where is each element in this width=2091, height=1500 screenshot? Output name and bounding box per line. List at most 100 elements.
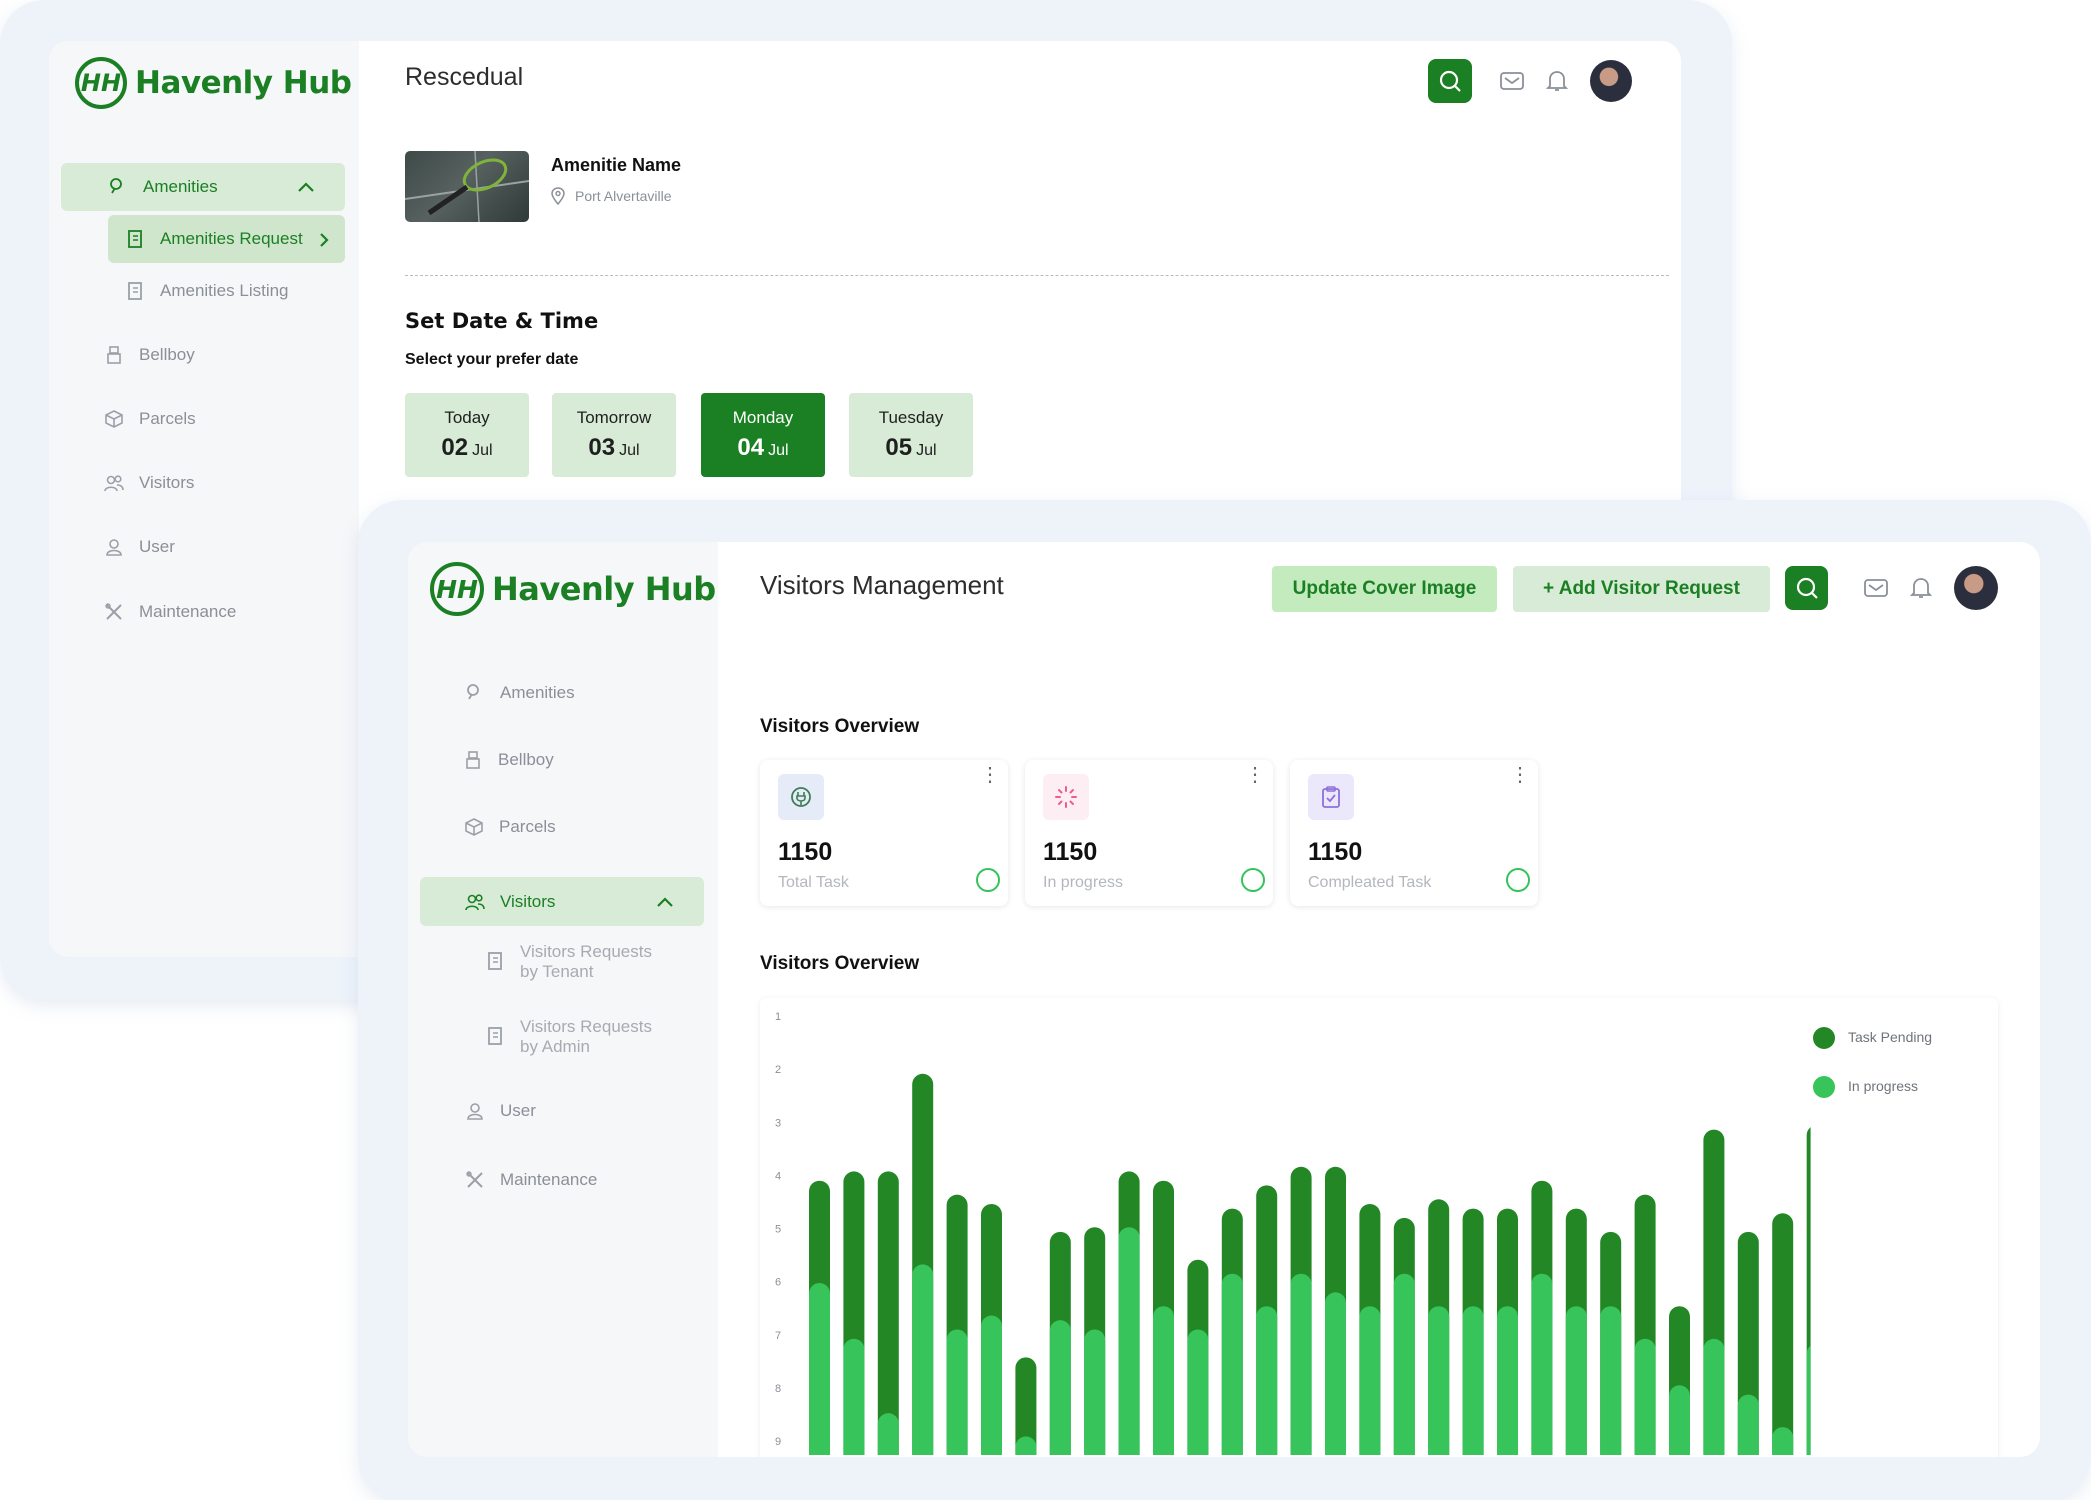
label-line-1: Visitors Requests — [520, 942, 652, 961]
sidebar-item-parcels[interactable]: Parcels — [461, 802, 556, 852]
sidebar: HH Havenly Hub Amenities Amenities Reque… — [49, 41, 359, 957]
date-option[interactable]: Monday 04 Jul — [701, 393, 825, 477]
bar-in-progress — [877, 1413, 899, 1455]
sidebar-item-user[interactable]: User — [462, 1086, 536, 1136]
sidebar-item-bellboy[interactable]: Bellboy — [101, 331, 195, 379]
sidebar-item-visitors-requests-tenant[interactable]: Visitors Requests by Tenant — [482, 942, 652, 986]
sidebar-item-amenities-request[interactable]: Amenities Request — [108, 215, 345, 263]
sidebar-item-parcels[interactable]: Parcels — [101, 395, 196, 443]
brand-name: Havenly Hub — [492, 570, 716, 608]
sidebar-item-maintenance[interactable]: Maintenance — [101, 588, 236, 636]
bar-in-progress — [1084, 1329, 1106, 1455]
tools-icon — [462, 1171, 488, 1189]
sidebar-item-label: Amenities — [143, 177, 218, 196]
bellboy-icon — [460, 751, 486, 769]
brand-logo[interactable]: HH Havenly Hub — [75, 57, 352, 109]
stat-label: Compleated Task — [1308, 874, 1432, 891]
more-options-icon[interactable]: ⋮ — [1510, 765, 1530, 785]
y-tick-label: 2 — [775, 1064, 781, 1076]
clipboard-check-icon — [1308, 774, 1354, 820]
sidebar-item-label: Visitors Requests by Tenant — [520, 942, 652, 982]
sidebar-item-amenities[interactable]: Amenities — [61, 163, 345, 211]
location-text: Port Alvertaville — [575, 188, 672, 204]
bar-in-progress — [1049, 1320, 1071, 1455]
bar-in-progress — [1737, 1394, 1759, 1455]
add-visitor-request-button[interactable]: + Add Visitor Request — [1513, 566, 1770, 612]
y-tick-label: 4 — [775, 1170, 781, 1182]
document-icon — [122, 230, 148, 248]
bar-in-progress — [1428, 1306, 1450, 1455]
y-tick-label: 5 — [775, 1224, 781, 1236]
chevron-up-icon — [298, 182, 314, 192]
date-option[interactable]: Tomorrow 03 Jul — [552, 393, 676, 477]
search-icon — [1439, 70, 1461, 92]
sidebar-item-label: Amenities Listing — [160, 281, 289, 300]
sidebar-item-label: Parcels — [499, 817, 556, 836]
bar-in-progress — [1462, 1306, 1484, 1455]
mail-icon[interactable] — [1500, 71, 1524, 91]
location-pin-icon — [551, 187, 565, 205]
date-number: 02 — [441, 434, 469, 461]
more-options-icon[interactable]: ⋮ — [980, 765, 1000, 785]
section-title: Visitors Overview — [760, 716, 920, 737]
sidebar-item-maintenance[interactable]: Maintenance — [462, 1155, 597, 1205]
legend-swatch — [1813, 1027, 1835, 1049]
legend-swatch — [1813, 1076, 1835, 1098]
sidebar-item-label: Amenities Request — [160, 229, 303, 248]
update-cover-button[interactable]: Update Cover Image — [1272, 566, 1497, 612]
bell-icon[interactable] — [1910, 576, 1932, 600]
date-option[interactable]: Tuesday 05 Jul — [849, 393, 973, 477]
brand-logo[interactable]: HH Havenly Hub — [430, 562, 716, 616]
users-icon — [462, 893, 488, 911]
sidebar-item-label: Amenities — [500, 683, 575, 702]
bar-task-pending — [877, 1171, 899, 1455]
search-icon — [1796, 577, 1818, 599]
search-button[interactable] — [1785, 566, 1828, 610]
date-number: 03 — [588, 434, 616, 461]
bar-in-progress — [1118, 1227, 1140, 1455]
amenity-name: Amenitie Name — [551, 155, 682, 175]
bar-in-progress — [912, 1264, 934, 1455]
sidebar-item-amenities-listing[interactable]: Amenities Listing — [122, 267, 289, 315]
stat-card[interactable]: ⋮ 1150 Compleated Task — [1290, 760, 1538, 906]
sidebar-item-label: Visitors — [500, 891, 556, 911]
date-month: Jul — [768, 442, 789, 459]
chart-title: Visitors Overview — [760, 953, 920, 974]
bar-in-progress — [1565, 1306, 1587, 1455]
bar-in-progress — [1669, 1385, 1690, 1455]
stat-card[interactable]: ⋮ 1150 In progress — [1025, 760, 1273, 906]
page-title: Visitors Management — [760, 570, 1004, 600]
bell-icon[interactable] — [1546, 69, 1568, 93]
plug-icon — [778, 774, 824, 820]
sidebar-item-visitors[interactable]: Visitors — [101, 459, 194, 507]
label-line-1: Visitors Requests — [520, 1017, 652, 1036]
more-options-icon[interactable]: ⋮ — [1245, 765, 1265, 785]
user-icon — [462, 1102, 488, 1120]
sidebar-item-bellboy[interactable]: Bellboy — [460, 735, 554, 785]
avatar[interactable] — [1590, 60, 1632, 102]
amenities-icon — [462, 683, 488, 703]
bar-in-progress — [981, 1315, 1002, 1455]
mail-icon[interactable] — [1864, 578, 1888, 598]
visitors-bar-chart: 1 2 3 4 5 6 7 8 9 Task Pending In progress — [775, 1011, 1932, 1455]
box-icon — [101, 410, 127, 428]
sidebar-item-visitors-requests-admin[interactable]: Visitors Requests by Admin — [482, 1017, 652, 1061]
date-day-label: Tomorrow — [576, 408, 652, 427]
date-value: 04 Jul — [737, 434, 788, 462]
date-day-label: Tuesday — [878, 408, 944, 427]
stat-card[interactable]: ⋮ 1150 Total Task — [760, 760, 1008, 906]
search-button[interactable] — [1428, 59, 1472, 103]
sidebar-item-visitors[interactable]: Visitors — [420, 877, 704, 926]
sidebar-item-user[interactable]: User — [101, 523, 175, 571]
stat-value: 1150 — [778, 838, 833, 866]
sidebar-item-amenities[interactable]: Amenities — [462, 668, 575, 718]
date-day-label: Today — [444, 408, 490, 427]
y-tick-label: 7 — [775, 1330, 781, 1342]
y-tick-label: 3 — [775, 1117, 781, 1129]
avatar[interactable] — [1954, 566, 1998, 610]
sidebar-item-label: Maintenance — [500, 1170, 598, 1189]
date-option[interactable]: Today 02 Jul — [405, 393, 529, 477]
stat-value: 1150 — [1043, 838, 1098, 866]
bar-in-progress — [1806, 1345, 1811, 1455]
bar-task-pending — [1772, 1213, 1794, 1455]
